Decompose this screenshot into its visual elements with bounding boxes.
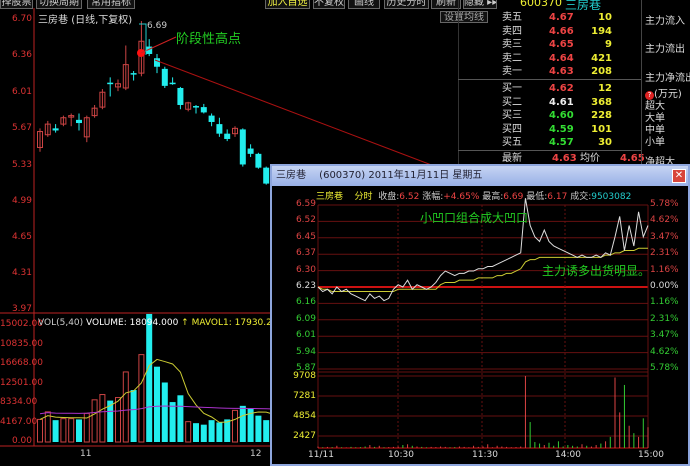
info-high-label: 最高:	[482, 192, 504, 202]
volume-tick: 2427	[293, 431, 316, 441]
info-chg: +4.65%	[443, 192, 480, 202]
annotation-small-notch: 小凹口组合成大凹口	[420, 211, 529, 225]
time-tick: 14:00	[555, 450, 581, 460]
info-close: 6.52	[399, 192, 420, 202]
price-tick: 6.45	[295, 231, 316, 242]
percent-tick: 4.62%	[650, 215, 679, 226]
info-low: 6.17	[547, 192, 568, 202]
volume-tick: 9708	[293, 371, 316, 381]
price-tick: 6.30	[295, 264, 316, 275]
percent-tick: 3.47%	[650, 231, 679, 242]
time-tick: 15:00	[638, 450, 664, 460]
info-vol: 9503082	[591, 192, 632, 202]
price-tick: 6.59	[295, 199, 316, 209]
price-tick: 5.94	[295, 346, 316, 357]
info-chg-label: 涨幅:	[422, 192, 444, 202]
time-tick: 11:30	[472, 450, 498, 460]
price-tick: 6.09	[295, 313, 316, 324]
percent-tick: 0.00%	[650, 281, 679, 291]
percent-tick: 1.16%	[650, 264, 679, 275]
info-high: 6.69	[503, 192, 524, 202]
annotation-main-force: 主力诱多出货明显。	[542, 264, 651, 278]
time-tick: 10:30	[388, 450, 414, 460]
volume-tick: 4854	[293, 411, 316, 421]
percent-tick: 4.62%	[650, 346, 679, 357]
price-tick: 6.52	[295, 215, 316, 226]
info-vol-label: 成交:	[570, 192, 592, 202]
volume-tick: 7281	[293, 391, 316, 401]
price-tick: 6.16	[295, 297, 316, 308]
info-mode: 分时	[354, 192, 373, 202]
price-tick: 6.01	[295, 330, 316, 341]
percent-tick: 3.47%	[650, 330, 679, 341]
percent-tick: 5.78%	[650, 199, 679, 209]
price-tick: 6.37	[295, 248, 316, 259]
percent-tick: 1.16%	[650, 297, 679, 308]
price-tick: 6.23	[295, 281, 316, 291]
info-low-label: 最低:	[526, 192, 548, 202]
info-name: 三房巷	[316, 192, 344, 202]
percent-tick: 5.78%	[650, 363, 679, 373]
intraday-chart[interactable]	[0, 0, 690, 466]
intraday-info: 三房巷 分时 收盘:6.52 涨幅:+4.65% 最高:6.69 最低:6.17…	[316, 189, 631, 202]
percent-tick: 2.31%	[650, 313, 679, 324]
info-close-label: 收盘:	[378, 192, 400, 202]
percent-tick: 2.31%	[650, 248, 679, 259]
time-tick: 11/11	[308, 450, 334, 460]
